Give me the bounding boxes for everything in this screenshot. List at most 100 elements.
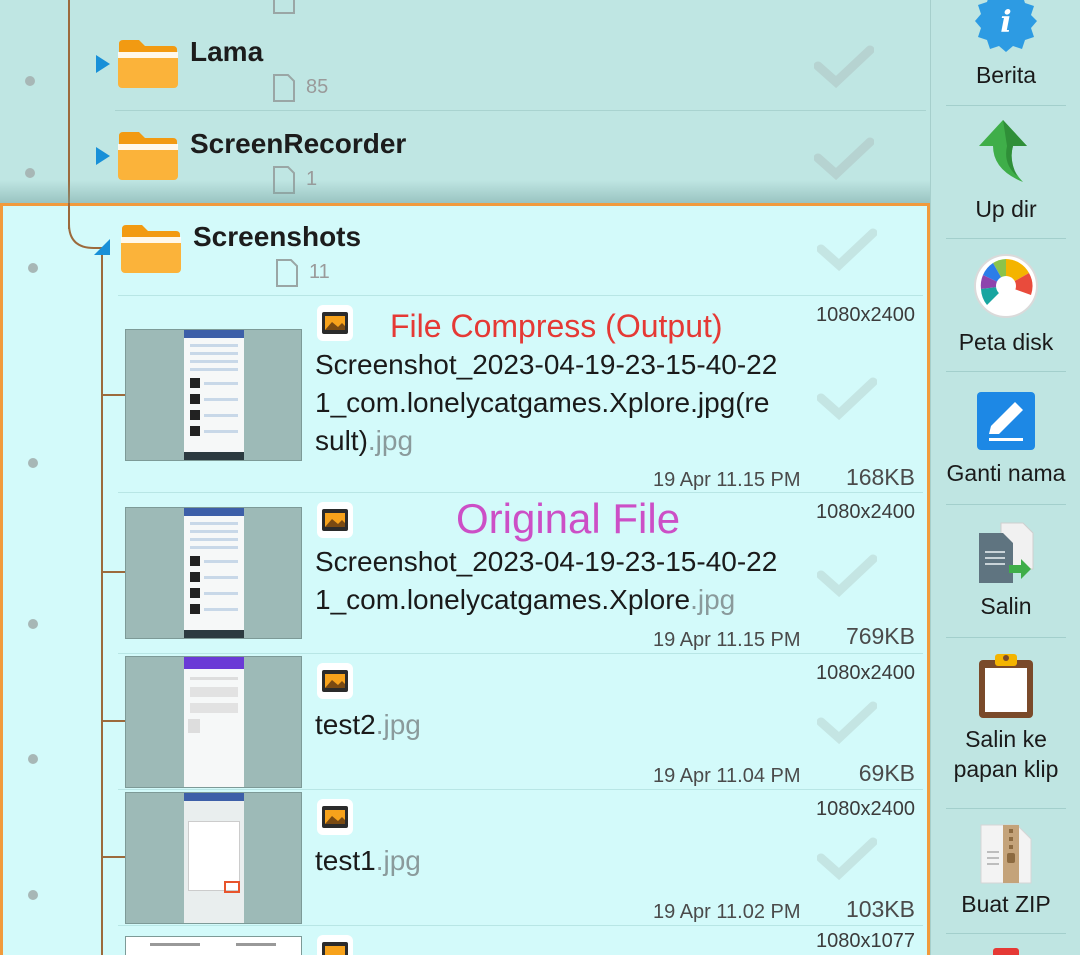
checkmark-icon[interactable] (817, 553, 877, 597)
current-folder-pane: Screenshots 11 File Compress (Output) Sc… (0, 203, 930, 955)
action-label: Berita (975, 62, 1037, 88)
copy-button[interactable]: Salin (931, 505, 1080, 637)
folder-icon (118, 132, 178, 180)
next-action-icon[interactable] (993, 948, 1019, 955)
file-count: 11 (309, 261, 330, 283)
checkmark-icon[interactable] (817, 700, 877, 744)
folder-row-screenshots[interactable]: Screenshots 11 (3, 203, 933, 295)
folder-name: ScreenRecorder (190, 128, 407, 159)
folder-row-screenrecorder[interactable]: ScreenRecorder 1 (0, 110, 930, 202)
tree-branch (102, 720, 125, 722)
file-count-icon (273, 166, 295, 194)
action-label: Peta disk (958, 329, 1054, 355)
folder-icon (118, 40, 178, 88)
image-file-icon (317, 935, 353, 955)
tree-branch (102, 571, 125, 573)
file-count: 1 (306, 168, 318, 190)
file-count: 85 (306, 76, 329, 98)
file-date: 19 Apr 11.04 PM (653, 765, 801, 787)
tree-branch (102, 394, 125, 396)
checkmark-icon[interactable] (817, 227, 877, 271)
image-resolution: 1080x2400 (816, 798, 915, 820)
action-label: Buat ZIP (961, 891, 1051, 917)
folder-name: Screenshots (193, 221, 362, 252)
info-badge-icon: i (975, 0, 1037, 52)
file-date: 19 Apr 11.15 PM (653, 469, 801, 491)
disk-map-button[interactable]: Peta disk (931, 239, 1080, 371)
image-thumbnail[interactable] (125, 936, 302, 955)
file-extension: .jpg (375, 709, 421, 740)
tree-dot (28, 619, 38, 629)
checkmark-icon[interactable] (817, 836, 877, 880)
file-row[interactable]: test1.jpg 1080x2400 19 Apr 11.02 PM 103K… (3, 790, 927, 925)
file-extension: .jpg (375, 845, 421, 876)
copy-to-clipboard-button[interactable]: Salin ke papan klip (931, 638, 1080, 808)
annotation-original-file: Original File (456, 495, 681, 542)
file-size: 769KB (845, 623, 915, 649)
checkmark-icon[interactable] (814, 44, 874, 88)
file-name: Screenshot_2023-04-19-23-15-40-22 1_com.… (315, 346, 777, 460)
image-resolution: 1080x2400 (816, 662, 915, 684)
file-size: 103KB (845, 896, 915, 922)
rename-button[interactable]: Ganti nama (931, 372, 1080, 504)
tree-dot (28, 890, 38, 900)
file-count-icon (276, 259, 298, 287)
image-file-icon (317, 305, 353, 341)
file-row[interactable]: Original File Screenshot_2023-04-19-23-1… (3, 493, 927, 653)
tree-branch (102, 856, 125, 858)
rename-pencil-icon (977, 392, 1035, 450)
tree-dot (28, 263, 38, 273)
file-row[interactable]: test2.jpg 1080x2400 19 Apr 11.04 PM 69KB (3, 654, 927, 789)
image-resolution: 1080x1077 (816, 930, 915, 952)
checkmark-icon[interactable] (817, 376, 877, 420)
collapse-arrow-icon[interactable] (94, 239, 110, 255)
svg-text:i: i (1000, 5, 1011, 40)
image-file-icon (317, 799, 353, 835)
zip-file-icon (980, 824, 1032, 884)
checkmark-icon[interactable] (814, 136, 874, 180)
file-name: test1.jpg (315, 842, 421, 880)
image-file-icon (317, 502, 353, 538)
action-toolbar: i Berita Up dir Peta disk Ganti nama Sal… (930, 0, 1080, 955)
news-button[interactable]: i Berita (931, 0, 1080, 105)
tree-dot (28, 458, 38, 468)
file-date: 19 Apr 11.02 PM (653, 901, 801, 923)
file-size: 168KB (845, 464, 915, 490)
image-thumbnail[interactable] (125, 656, 302, 788)
create-zip-button[interactable]: Buat ZIP (931, 809, 1080, 929)
up-dir-button[interactable]: Up dir (931, 106, 1080, 238)
action-label: Up dir (975, 196, 1037, 222)
file-row[interactable]: File Compress (Output) Screenshot_2023-0… (3, 296, 927, 492)
file-count-icon (273, 74, 295, 102)
folder-icon (121, 225, 181, 273)
action-separator (946, 933, 1066, 934)
tree-dot (28, 754, 38, 764)
copy-document-icon (979, 522, 1034, 583)
image-thumbnail[interactable] (125, 507, 302, 639)
image-resolution: 1080x2400 (816, 501, 915, 523)
up-arrow-icon (979, 120, 1027, 182)
action-label: Ganti nama (946, 460, 1066, 486)
tree-dot (25, 76, 35, 86)
clipboard-icon (979, 654, 1033, 718)
action-label: Salin ke papan klip (953, 726, 1059, 782)
expand-arrow-icon[interactable] (96, 147, 110, 165)
file-name: test2.jpg (315, 706, 421, 744)
file-name: Screenshot_2023-04-19-23-15-40-22 1_com.… (315, 543, 777, 619)
image-resolution: 1080x2400 (816, 304, 915, 326)
annotation-compress-output: File Compress (Output) (390, 308, 723, 344)
file-basename: test2 (315, 709, 376, 740)
folder-name: Lama (190, 36, 264, 67)
file-size: 69KB (858, 760, 915, 786)
file-basename: test1 (315, 845, 376, 876)
disk-map-icon (974, 254, 1038, 318)
file-count-icon (273, 0, 295, 14)
file-row[interactable]: 1080x1077 (3, 926, 927, 955)
folder-row-lama[interactable]: Lama 85 (0, 18, 930, 110)
expand-arrow-icon[interactable] (96, 55, 110, 73)
file-date: 19 Apr 11.15 PM (653, 629, 801, 651)
tree-dot (25, 168, 35, 178)
image-thumbnail[interactable] (125, 329, 302, 461)
file-extension: .jpg (367, 425, 414, 456)
image-thumbnail[interactable] (125, 792, 302, 924)
